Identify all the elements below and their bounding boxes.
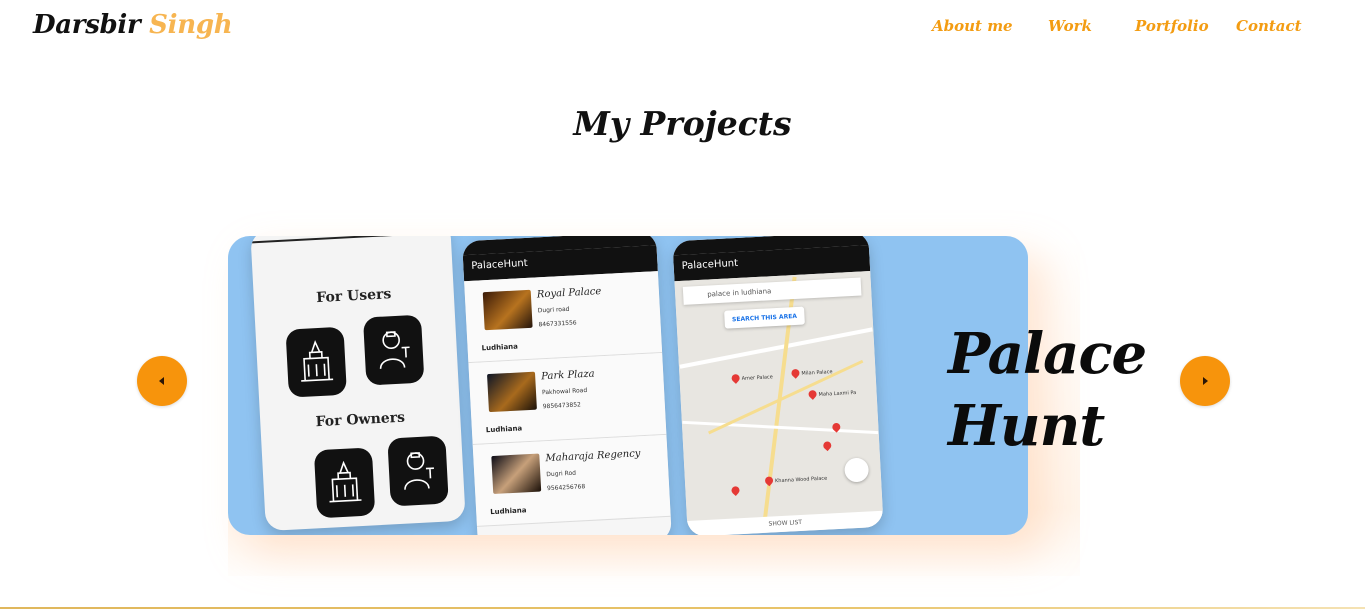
nav-work[interactable]: Work xyxy=(1048,17,1092,35)
palace-phone: 9856473852 xyxy=(542,401,582,411)
palace-thumbnail xyxy=(491,453,542,494)
caret-left-icon xyxy=(159,377,164,385)
phone-screen-palace-list: PalaceHunt Royal Palace Dugri road 84673… xyxy=(462,236,672,535)
nav-portfolio[interactable]: Portfolio xyxy=(1135,17,1209,35)
waiter-icon xyxy=(387,435,449,507)
palace-icon xyxy=(285,326,347,398)
top-nav: About me Work Portfolio Contact xyxy=(0,17,1365,41)
list-item: Park Plaza Pakhowal Road 9856473852 Ludh… xyxy=(468,352,667,446)
palace-name: Royal Palace xyxy=(536,286,602,301)
slide-title-line2: Hunt xyxy=(948,393,1105,459)
map-label: Maha Laxmi Pa xyxy=(818,389,857,398)
palace-icon xyxy=(313,447,376,519)
section-divider xyxy=(0,607,1365,609)
palace-phone: 8467331556 xyxy=(538,319,577,329)
phone-screen-role-select: For Users For Owners xyxy=(250,236,466,532)
palace-thumbnail xyxy=(487,371,537,413)
for-users-label: For Users xyxy=(315,286,392,307)
for-owners-label: For Owners xyxy=(315,409,406,431)
list-item: Maharaja Regency Dugri Rod 9564256768 Lu… xyxy=(472,434,671,527)
project-slide-image[interactable]: For Users For Owners PalaceHunt Royal Pa… xyxy=(228,236,1028,535)
slide-title-line1: Palace xyxy=(948,321,1147,387)
map-pin-icon xyxy=(763,474,775,487)
palace-address: Dugri road xyxy=(537,305,570,315)
map-pin-icon xyxy=(821,439,833,452)
map-label: Khanna Wood Palace xyxy=(774,475,828,485)
portfolio-page: Darsbir Singh About me Work Portfolio Co… xyxy=(0,0,1365,611)
map-pin-icon xyxy=(729,484,742,497)
status-bar xyxy=(250,236,451,244)
nav-contact[interactable]: Contact xyxy=(1236,17,1302,35)
palace-thumbnail xyxy=(482,289,533,331)
palace-name: Park Plaza xyxy=(540,368,595,383)
palace-address: Dugri Rod xyxy=(546,469,577,479)
palace-city: Ludhiana xyxy=(481,342,519,353)
section-title: My Projects xyxy=(573,104,792,143)
list-item: Royal Palace Dugri road 8467331556 Ludhi… xyxy=(464,271,663,364)
map-label: Amer Palace xyxy=(741,374,773,382)
map-pin-icon xyxy=(806,388,819,400)
palace-city: Ludhiana xyxy=(490,506,527,517)
phone-screen-map: PalaceHunt Amer Palace Milan Palace Maha… xyxy=(672,236,884,535)
slide-title: Palace Hunt xyxy=(948,318,1147,462)
palace-city: Ludhiana xyxy=(485,424,523,435)
waiter-icon xyxy=(362,314,425,386)
map-pin-icon xyxy=(789,367,802,379)
carousel-prev-button[interactable] xyxy=(137,356,187,406)
palace-name: Maharaja Regency xyxy=(545,448,641,465)
map-pin-icon xyxy=(729,372,742,384)
palace-address: Pakhowal Road xyxy=(541,386,588,397)
nav-about-me[interactable]: About me xyxy=(932,17,1013,35)
palace-phone: 9564256768 xyxy=(546,483,586,493)
carousel-next-button[interactable] xyxy=(1180,356,1230,406)
caret-right-icon xyxy=(1203,377,1208,385)
